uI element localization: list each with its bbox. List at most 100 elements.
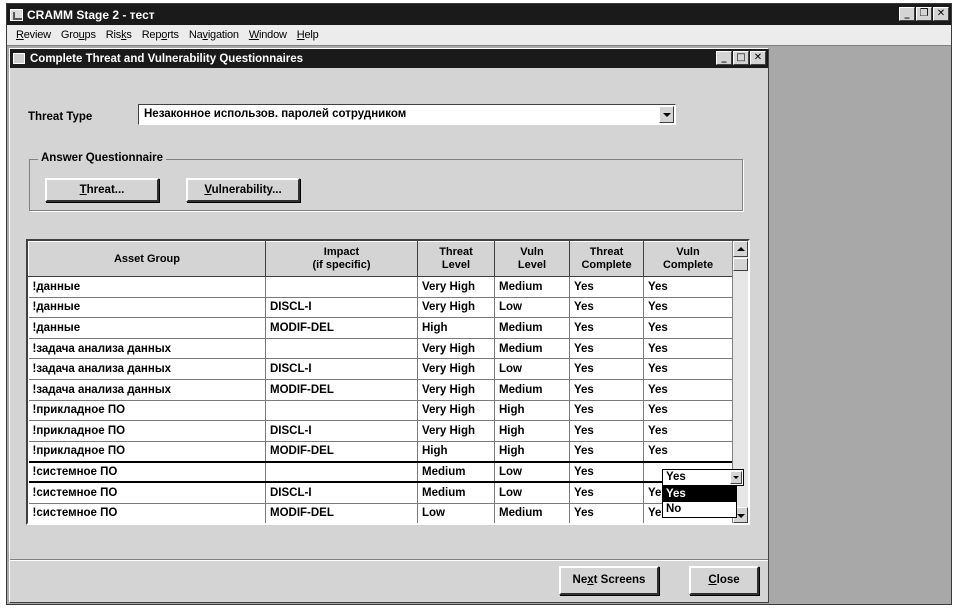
vuln-complete-dropdown[interactable]: Yes [662, 469, 744, 486]
app-icon[interactable] [10, 8, 23, 21]
table-cell[interactable]: Very High [417, 338, 495, 360]
next-screens-button[interactable]: Next Screens [559, 566, 659, 595]
chevron-down-icon[interactable] [659, 106, 674, 123]
menu-item-2[interactable]: Risks [101, 29, 137, 41]
maximize-icon[interactable]: □ [733, 51, 749, 65]
table-cell[interactable]: !данные [28, 297, 266, 319]
table-cell[interactable]: !системное ПО [28, 503, 266, 523]
table-cell[interactable]: Yes [569, 297, 644, 319]
table-cell[interactable]: Yes [643, 420, 733, 442]
threat-type-select[interactable]: Незаконное использов. паролей сотруднико… [138, 104, 676, 125]
close-icon[interactable]: ✕ [933, 7, 949, 21]
table-cell[interactable]: High [417, 441, 495, 463]
table-row[interactable]: !задача анализа данных Very High Medium Yes… [28, 338, 733, 360]
column-header-0[interactable]: Asset Group [28, 241, 266, 277]
table-row[interactable]: !системное ПО Medium Low Yes [28, 460, 733, 484]
table-cell[interactable]: Very High [417, 379, 495, 401]
table-cell[interactable]: Yes [569, 400, 644, 422]
menu-item-1[interactable]: Groups [56, 29, 101, 41]
table-cell[interactable]: !задача анализа данных [28, 338, 266, 360]
column-header-3[interactable]: Vuln Level [494, 241, 570, 277]
table-cell[interactable]: Yes [569, 503, 644, 523]
table-cell[interactable]: DISCL-I [265, 420, 418, 442]
table-cell[interactable]: MODIF-DEL [265, 317, 418, 339]
column-header-1[interactable]: Impact (if specific) [265, 241, 418, 277]
table-cell[interactable]: Yes [569, 441, 644, 463]
menu-item-6[interactable]: Help [292, 29, 324, 41]
table-cell[interactable]: Yes [569, 317, 644, 339]
table-cell[interactable]: Medium [494, 503, 570, 523]
dialog-title-bar[interactable]: Complete Threat and Vulnerability Questi… [10, 49, 768, 68]
close-button[interactable]: Close [689, 566, 759, 595]
table-cell[interactable]: !системное ПО [28, 482, 266, 504]
table-row[interactable]: !задача анализа данных DISCL-I Very High Lo… [28, 358, 733, 380]
threat-button[interactable]: Threat... [45, 178, 159, 202]
table-cell[interactable]: High [417, 317, 495, 339]
table-cell[interactable]: !прикладное ПО [28, 420, 266, 442]
table-cell[interactable]: Yes [643, 297, 733, 319]
table-cell[interactable]: !данные [28, 317, 266, 339]
chevron-down-icon[interactable] [730, 471, 742, 484]
table-cell[interactable]: Medium [494, 317, 570, 339]
vulnerability-button[interactable]: Vulnerability... [186, 178, 300, 202]
table-cell[interactable]: Yes [643, 379, 733, 401]
table-cell[interactable]: !задача анализа данных [28, 379, 266, 401]
table-cell[interactable]: Low [494, 358, 570, 380]
table-cell[interactable]: !системное ПО [28, 460, 266, 484]
table-row[interactable]: !системное ПО MODIF-DEL Low Medium Yes Yes [28, 503, 733, 523]
column-header-5[interactable]: Vuln Complete [643, 241, 733, 277]
table-row[interactable]: !прикладное ПО MODIF-DEL High High Yes Yes [28, 441, 733, 463]
menu-item-3[interactable]: Reports [137, 29, 184, 41]
table-cell[interactable]: !задача анализа данных [28, 358, 266, 380]
table-cell[interactable]: Yes [569, 276, 644, 298]
table-row[interactable]: !системное ПО DISCL-I Medium Low Yes Yes [28, 482, 733, 504]
dropdown-option[interactable]: No [663, 502, 736, 517]
table-cell[interactable] [265, 276, 418, 298]
table-cell[interactable]: MODIF-DEL [265, 503, 418, 523]
table-cell[interactable]: Medium [494, 338, 570, 360]
table-cell[interactable]: Yes [643, 317, 733, 339]
column-header-4[interactable]: Threat Complete [569, 241, 644, 277]
menu-item-0[interactable]: Review [11, 29, 56, 41]
table-row[interactable]: !данные MODIF-DEL High Medium Yes Yes [28, 317, 733, 339]
table-cell[interactable]: Medium [494, 379, 570, 401]
table-row[interactable]: !прикладное ПО Very High High Yes Yes [28, 400, 733, 422]
app-title-bar[interactable]: CRAMM Stage 2 - тест _ ❐ ✕ [7, 4, 951, 25]
table-cell[interactable] [265, 400, 418, 422]
dialog-icon[interactable] [13, 53, 25, 64]
table-cell[interactable]: Very High [417, 400, 495, 422]
table-cell[interactable]: Very High [417, 297, 495, 319]
table-cell[interactable]: !данные [28, 276, 266, 298]
table-cell[interactable]: High [494, 400, 570, 422]
close-icon[interactable]: ✕ [750, 51, 766, 65]
dropdown-option[interactable]: Yes [663, 487, 736, 502]
scroll-thumb[interactable] [733, 258, 748, 271]
table-cell[interactable]: Medium [417, 482, 495, 504]
table-cell[interactable]: Low [494, 482, 570, 504]
table-row[interactable]: !прикладное ПО DISCL-I Very High High Yes Yes [28, 420, 733, 442]
table-cell[interactable]: MODIF-DEL [265, 441, 418, 463]
table-cell[interactable] [265, 460, 418, 484]
table-cell[interactable]: Yes [643, 358, 733, 380]
table-cell[interactable]: Medium [417, 460, 495, 484]
table-cell[interactable]: Very High [417, 358, 495, 380]
table-cell[interactable]: Medium [494, 276, 570, 298]
table-cell[interactable]: Low [494, 460, 570, 484]
table-cell[interactable]: DISCL-I [265, 358, 418, 380]
table-cell[interactable]: Yes [643, 441, 733, 463]
minimize-icon[interactable]: _ [716, 51, 732, 65]
table-row[interactable]: !задача анализа данных MODIF-DEL Very High… [28, 379, 733, 401]
table-cell[interactable]: Yes [643, 338, 733, 360]
table-cell[interactable]: Low [417, 503, 495, 523]
restore-icon[interactable]: ❐ [916, 7, 932, 21]
menu-item-5[interactable]: Window [244, 29, 292, 41]
table-cell[interactable]: Yes [569, 379, 644, 401]
table-cell[interactable]: Low [494, 297, 570, 319]
table-cell[interactable]: Yes [643, 400, 733, 422]
table-cell[interactable]: Yes [569, 460, 644, 484]
table-cell[interactable]: Very High [417, 276, 495, 298]
table-cell[interactable]: Very High [417, 420, 495, 442]
table-cell[interactable]: DISCL-I [265, 482, 418, 504]
table-cell[interactable]: Yes [569, 358, 644, 380]
table-cell[interactable]: !прикладное ПО [28, 400, 266, 422]
